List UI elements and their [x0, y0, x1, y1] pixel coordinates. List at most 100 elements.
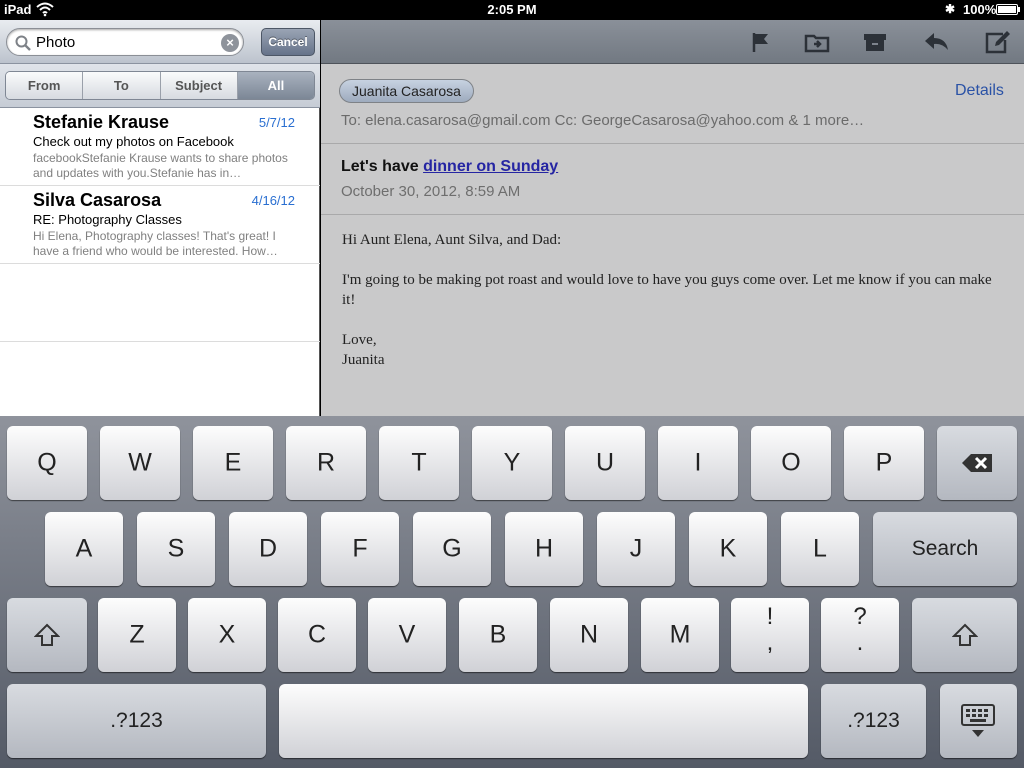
key-s[interactable]: S	[137, 512, 215, 586]
backspace-key[interactable]	[937, 426, 1017, 500]
message-preview: facebookStefanie Krause wants to share p…	[33, 151, 288, 180]
key-label: C	[307, 620, 327, 649]
message-view-pane: Juanita Casarosa Details To: elena.casar…	[321, 20, 1024, 416]
key-h[interactable]: H	[505, 512, 583, 586]
reply-icon[interactable]	[922, 28, 950, 56]
subject-link[interactable]: dinner on Sunday	[423, 158, 558, 175]
numbers-key-right[interactable]: .?123	[821, 684, 926, 758]
message-subject: Check out my photos on Facebook	[33, 134, 234, 149]
key-g[interactable]: G	[413, 512, 491, 586]
bluetooth-icon: ✱	[945, 2, 956, 16]
email-subject: Let's have dinner on Sunday	[341, 158, 558, 176]
key-f[interactable]: F	[321, 512, 399, 586]
key-n[interactable]: N	[550, 598, 628, 672]
message-subject: RE: Photography Classes	[33, 212, 182, 227]
key-label: E	[224, 448, 242, 477]
key-e[interactable]: E	[193, 426, 273, 500]
key-label: Z	[129, 620, 145, 649]
key-label-bottom: .	[856, 629, 864, 656]
key-label: X	[218, 620, 236, 649]
key-label: Y	[503, 448, 521, 477]
list-item[interactable]: Stefanie Krause 5/7/12 Check out my phot…	[0, 108, 320, 186]
message-preview: Hi Elena, Photography classes! That's gr…	[33, 229, 278, 258]
key-v[interactable]: V	[368, 598, 446, 672]
backspace-icon	[962, 454, 992, 472]
shift-right-key[interactable]	[912, 598, 1017, 672]
key-u[interactable]: U	[565, 426, 645, 500]
key-label: S	[167, 534, 185, 563]
key-label: P	[875, 448, 893, 477]
move-to-folder-icon[interactable]	[803, 28, 831, 56]
clock: 2:05 PM	[487, 2, 537, 17]
key-r[interactable]: R	[286, 426, 366, 500]
battery-tip	[1018, 7, 1020, 12]
key-question-period[interactable]: ?.	[821, 598, 899, 672]
shift-icon	[952, 623, 978, 646]
key-label: A	[75, 534, 93, 563]
key-label-top: !	[766, 603, 774, 630]
key-t[interactable]: T	[379, 426, 459, 500]
key-label: .?123	[847, 709, 900, 732]
key-k[interactable]: K	[689, 512, 767, 586]
message-date: 5/7/12	[258, 115, 295, 130]
key-z[interactable]: Z	[98, 598, 176, 672]
key-label: H	[534, 534, 554, 563]
clear-search-icon[interactable]: ×	[221, 34, 239, 52]
list-item[interactable]: Silva Casarosa 4/16/12 RE: Photography C…	[0, 186, 320, 264]
space-key[interactable]	[279, 684, 808, 758]
scope-from[interactable]: From	[6, 72, 84, 99]
key-l[interactable]: L	[781, 512, 859, 586]
message-toolbar	[321, 20, 1024, 64]
key-o[interactable]: O	[751, 426, 831, 500]
key-d[interactable]: D	[229, 512, 307, 586]
flag-icon[interactable]	[746, 28, 774, 56]
scope-to[interactable]: To	[83, 72, 161, 99]
key-w[interactable]: W	[100, 426, 180, 500]
archive-icon[interactable]	[861, 28, 889, 56]
body-paragraph: I'm going to be making pot roast and wou…	[342, 272, 992, 308]
key-label: V	[398, 620, 416, 649]
email-subject-area: Let's have dinner on Sunday October 30, …	[321, 144, 1024, 215]
status-bar: iPad 2:05 PM ✱ 100%	[0, 0, 1024, 20]
key-label: F	[352, 534, 368, 563]
recipients-line: To: elena.casarosa@gmail.com Cc: GeorgeC…	[341, 112, 865, 129]
numbers-key-left[interactable]: .?123	[7, 684, 266, 758]
search-scope-control: From To Subject All	[5, 71, 315, 100]
details-link[interactable]: Details	[955, 82, 1004, 100]
scope-subject[interactable]: Subject	[160, 72, 238, 99]
search-scope-bar: From To Subject All	[0, 64, 320, 108]
compose-icon[interactable]	[983, 28, 1011, 56]
key-x[interactable]: X	[188, 598, 266, 672]
key-label: W	[128, 448, 152, 477]
key-label: Search	[911, 537, 979, 560]
key-j[interactable]: J	[597, 512, 675, 586]
search-key[interactable]: Search	[873, 512, 1017, 586]
search-icon	[15, 35, 31, 51]
search-input[interactable]: Photo ×	[6, 28, 244, 56]
key-q[interactable]: Q	[7, 426, 87, 500]
message-list-pane: Photo × Cancel From To Subject All Stefa…	[0, 20, 320, 416]
body-paragraph: Hi Aunt Elena, Aunt Silva, and Dad:	[342, 232, 562, 248]
sender-chip[interactable]: Juanita Casarosa	[339, 79, 474, 103]
subject-prefix: Let's have	[341, 158, 424, 175]
search-query[interactable]: Photo	[36, 34, 75, 51]
key-label: .?123	[110, 709, 163, 732]
key-label: R	[316, 448, 336, 477]
email-header: Juanita Casarosa Details To: elena.casar…	[321, 64, 1024, 144]
message-list: Stefanie Krause 5/7/12 Check out my phot…	[0, 108, 320, 342]
key-c[interactable]: C	[278, 598, 356, 672]
key-a[interactable]: A	[45, 512, 123, 586]
key-exclamation-comma[interactable]: !,	[731, 598, 809, 672]
key-label-bottom: ,	[766, 629, 774, 656]
battery-icon	[996, 4, 1018, 15]
key-y[interactable]: Y	[472, 426, 552, 500]
key-label: T	[411, 448, 427, 477]
key-i[interactable]: I	[658, 426, 738, 500]
shift-left-key[interactable]	[7, 598, 87, 672]
cancel-button[interactable]: Cancel	[261, 28, 315, 56]
hide-keyboard-key[interactable]	[940, 684, 1017, 758]
key-p[interactable]: P	[844, 426, 924, 500]
scope-all[interactable]: All	[237, 72, 314, 99]
key-b[interactable]: B	[459, 598, 537, 672]
key-m[interactable]: M	[641, 598, 719, 672]
